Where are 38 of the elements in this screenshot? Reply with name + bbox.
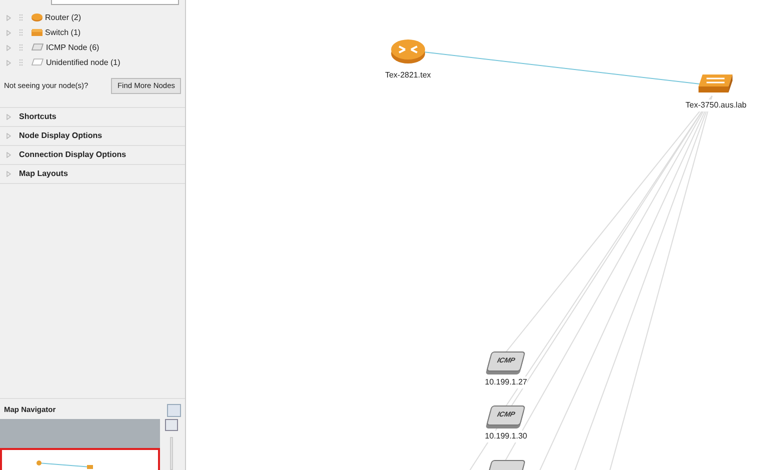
expand-arrow-icon[interactable] xyxy=(6,44,11,50)
expand-arrow-icon[interactable] xyxy=(6,171,11,177)
expand-arrow-icon[interactable] xyxy=(6,133,11,139)
node-label[interactable]: Tex-3750.aus.lab xyxy=(686,100,746,112)
expand-arrow-icon[interactable] xyxy=(6,60,11,66)
navigator-preview[interactable] xyxy=(0,419,160,470)
node-label[interactable]: 10.199.1.30 xyxy=(484,430,528,442)
expand-arrow-icon[interactable] xyxy=(6,114,11,120)
section-title: Connection Display Options xyxy=(19,149,126,161)
grip-icon xyxy=(19,29,23,36)
fit-icon[interactable] xyxy=(165,419,178,431)
expand-arrow-icon[interactable] xyxy=(6,30,11,36)
router-icon xyxy=(31,13,43,22)
section-title: Shortcuts xyxy=(19,111,56,123)
grip-icon xyxy=(19,44,23,51)
grip-icon xyxy=(19,59,23,66)
expand-arrow-icon[interactable] xyxy=(6,14,11,20)
export-icon[interactable] xyxy=(167,404,181,416)
section-header[interactable]: Node Display Options xyxy=(0,127,185,146)
node-group-label[interactable]: ICMP Node (6) xyxy=(46,42,100,54)
node-group-label[interactable]: Unidentified node (1) xyxy=(46,56,120,68)
switch-icon xyxy=(31,28,43,37)
viewport-frame[interactable] xyxy=(0,448,160,470)
section-header[interactable]: Connection Display Options xyxy=(0,146,185,165)
node-label[interactable]: 10.199.1.27 xyxy=(484,376,528,388)
section-title: Node Display Options xyxy=(19,130,102,142)
node-group-label[interactable]: Router (2) xyxy=(45,12,82,24)
grip-icon xyxy=(19,14,23,21)
node-group-label[interactable]: Switch (1) xyxy=(45,26,81,38)
router-icon[interactable] xyxy=(390,38,426,64)
switch-icon[interactable] xyxy=(699,72,733,94)
section-title: Map Layouts xyxy=(19,168,68,180)
expand-arrow-icon[interactable] xyxy=(6,152,11,158)
device-icon xyxy=(31,58,44,67)
section-header[interactable]: Shortcuts xyxy=(0,108,185,127)
section-header[interactable]: Map Layouts xyxy=(0,165,185,184)
device-icon xyxy=(31,43,44,52)
zoom-slider-track[interactable] xyxy=(170,437,173,470)
